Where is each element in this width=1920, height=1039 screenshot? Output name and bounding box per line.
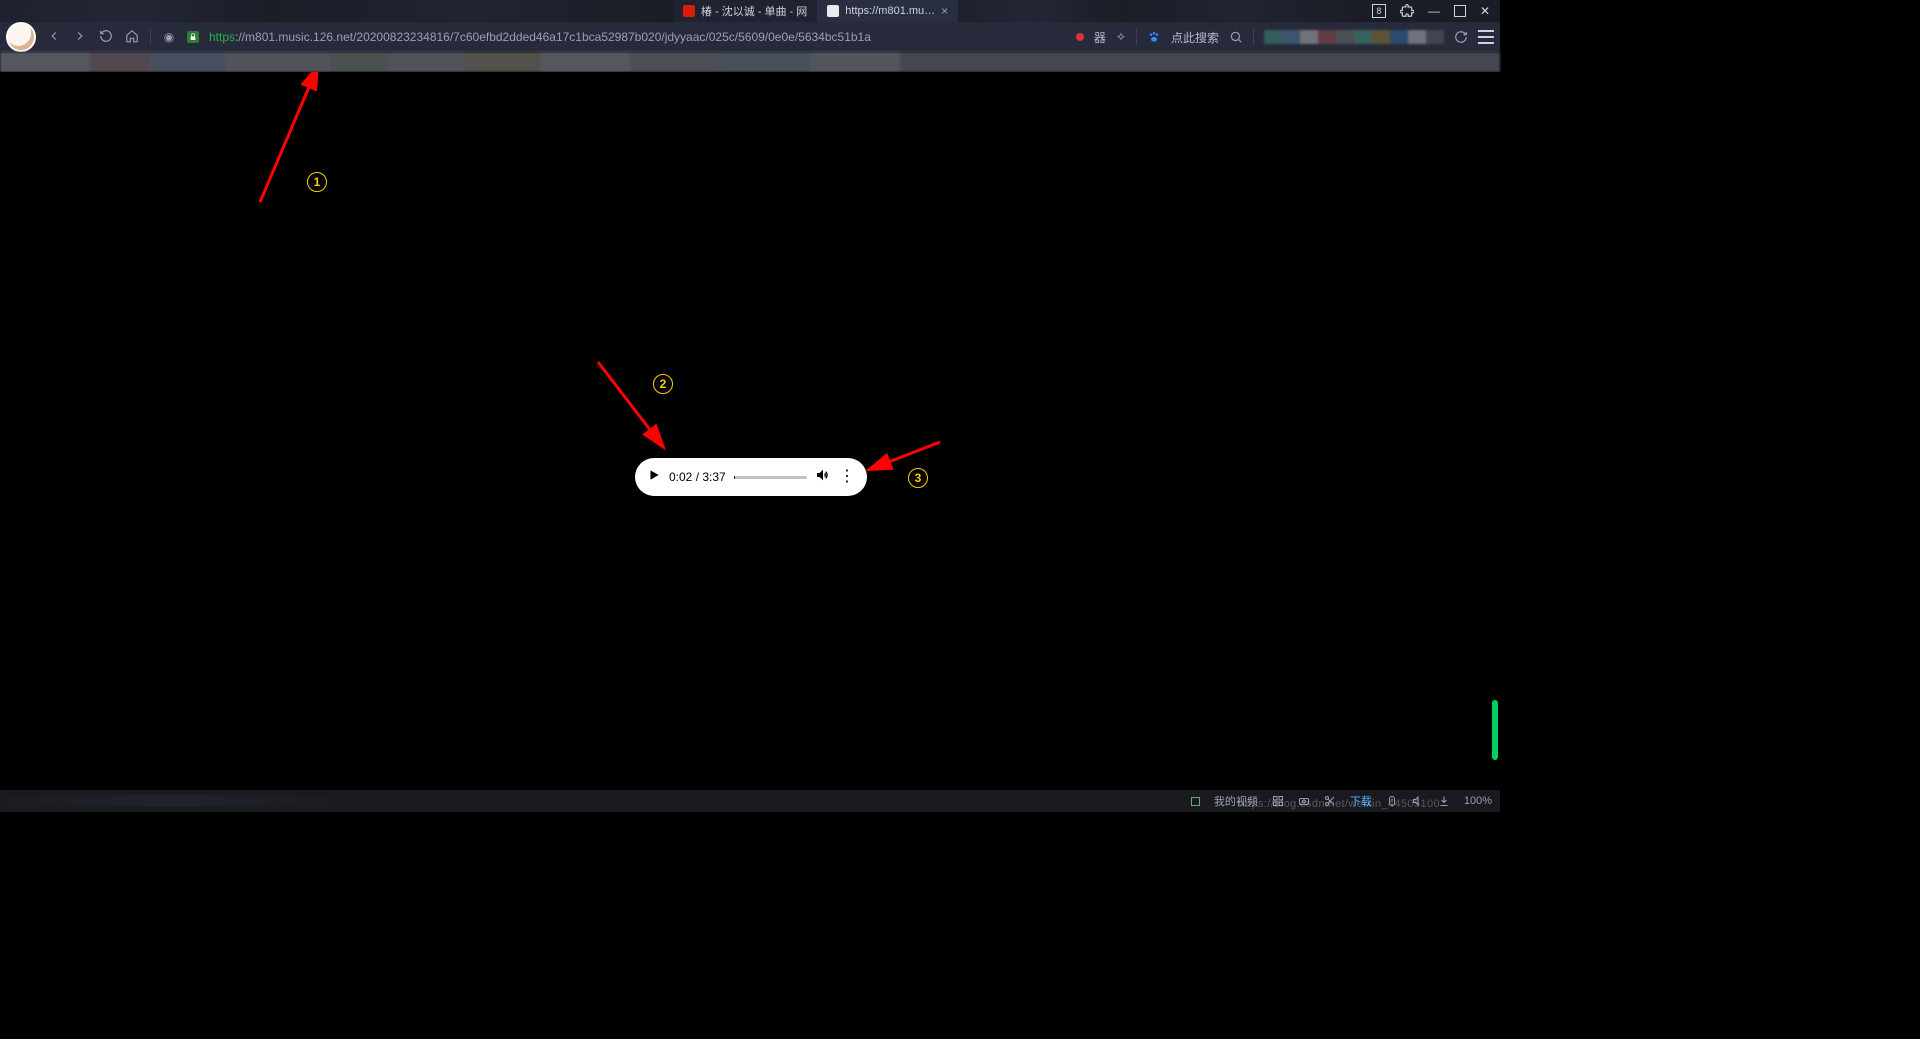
toolbar-extensions: 器 ✧ 点此搜索 bbox=[1076, 29, 1494, 46]
seek-bar-progress bbox=[734, 476, 735, 479]
url-text: https://m801.music.126.net/2020082323481… bbox=[209, 30, 871, 44]
time-total: 3:37 bbox=[702, 470, 725, 484]
play-button[interactable] bbox=[647, 468, 661, 487]
window-controls: 8 — ✕ bbox=[1362, 0, 1500, 22]
annotation-overlay bbox=[0, 72, 1500, 790]
reload-alt-icon[interactable] bbox=[1454, 30, 1468, 44]
nav-home-icon[interactable] bbox=[124, 29, 140, 46]
url-path: ://m801.music.126.net/20200823234816/7c6… bbox=[235, 30, 871, 44]
browser-tab-strip: 椿 - 沈以诚 - 单曲 - 网 https://m801.mu… × bbox=[673, 0, 958, 22]
browser-toolbar: ◉ https://m801.music.126.net/20200823234… bbox=[0, 22, 1500, 52]
annotation-badge-2: 2 bbox=[653, 374, 673, 394]
tab-favicon bbox=[827, 5, 839, 17]
window-titlebar: 椿 - 沈以诚 - 单曲 - 网 https://m801.mu… × 8 — … bbox=[0, 0, 1500, 22]
browser-tab-active[interactable]: https://m801.mu… × bbox=[817, 0, 958, 22]
page-content: 0:02 / 3:37 ⋮ 1 2 3 bbox=[0, 72, 1500, 790]
audio-player: 0:02 / 3:37 ⋮ bbox=[635, 458, 867, 496]
window-minimize-button[interactable]: — bbox=[1428, 4, 1440, 18]
profile-avatar[interactable] bbox=[6, 22, 36, 52]
window-maximize-button[interactable] bbox=[1454, 5, 1466, 17]
titlebar-blurred-region bbox=[958, 0, 1362, 22]
hamburger-menu-icon[interactable] bbox=[1478, 30, 1494, 44]
player-more-icon[interactable]: ⋮ bbox=[839, 469, 855, 485]
https-lock-icon[interactable] bbox=[187, 31, 199, 43]
zoom-level[interactable]: 100% bbox=[1464, 795, 1492, 807]
browser-status-bar: https://blog.csdn.net/weixin_44505100 我的… bbox=[0, 790, 1500, 812]
url-scheme: https bbox=[209, 30, 235, 44]
time-current: 0:02 bbox=[669, 470, 692, 484]
baidu-paw-icon bbox=[1147, 30, 1161, 44]
nav-reload-icon[interactable] bbox=[98, 29, 114, 46]
vertical-scrollbar-thumb[interactable] bbox=[1492, 700, 1498, 760]
toolbar-blurred-region bbox=[1264, 30, 1444, 44]
extensions-puzzle-icon[interactable] bbox=[1400, 4, 1414, 18]
status-indicator-icon bbox=[1191, 797, 1200, 806]
annotation-badge-3: 3 bbox=[908, 468, 928, 488]
tab-close-icon[interactable]: × bbox=[941, 4, 948, 18]
address-bar[interactable]: https://m801.music.126.net/2020082323481… bbox=[209, 30, 871, 44]
browser-tab-inactive[interactable]: 椿 - 沈以诚 - 单曲 - 网 bbox=[673, 0, 817, 22]
search-hint-text[interactable]: 点此搜索 bbox=[1171, 29, 1219, 46]
sparkle-extension-icon[interactable]: ✧ bbox=[1116, 30, 1126, 44]
site-info-icon[interactable]: ◉ bbox=[161, 30, 177, 44]
tab-favicon bbox=[683, 5, 695, 17]
search-icon[interactable] bbox=[1229, 30, 1243, 44]
window-close-button[interactable]: ✕ bbox=[1480, 4, 1490, 18]
bookmark-bar-blurred bbox=[0, 52, 1500, 72]
watermark-text: https://blog.csdn.net/weixin_44505100 bbox=[1238, 798, 1440, 810]
toolbar-divider bbox=[1136, 29, 1137, 45]
playback-time: 0:02 / 3:37 bbox=[669, 470, 726, 484]
toolbar-divider bbox=[1253, 29, 1254, 45]
nav-back-icon[interactable] bbox=[46, 29, 62, 46]
tab-label: https://m801.mu… bbox=[845, 5, 935, 17]
record-indicator-icon[interactable] bbox=[1076, 33, 1084, 41]
qr-extension-icon[interactable]: 器 bbox=[1094, 29, 1106, 46]
tab-label: 椿 - 沈以诚 - 单曲 - 网 bbox=[701, 3, 807, 19]
toolbar-divider bbox=[150, 29, 151, 45]
titlebar-blurred-region bbox=[0, 0, 673, 22]
nav-forward-icon[interactable] bbox=[72, 29, 88, 46]
annotation-badge-1: 1 bbox=[307, 172, 327, 192]
statusbar-blurred-region bbox=[8, 795, 328, 807]
volume-button[interactable] bbox=[815, 467, 831, 488]
seek-bar[interactable] bbox=[734, 476, 807, 479]
window-counter-badge[interactable]: 8 bbox=[1372, 4, 1386, 18]
